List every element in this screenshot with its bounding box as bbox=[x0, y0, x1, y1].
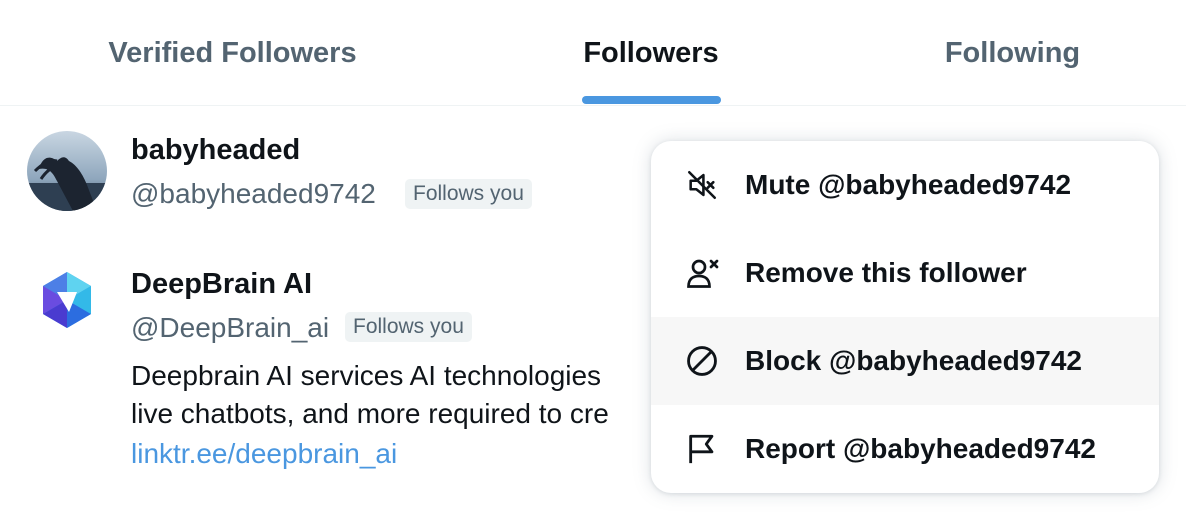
menu-item-label: Report @babyheaded9742 bbox=[745, 433, 1096, 464]
avatar[interactable] bbox=[27, 260, 107, 340]
menu-item-label: Remove this follower bbox=[745, 257, 1027, 288]
mute-icon bbox=[683, 166, 721, 204]
avatar-photo bbox=[27, 131, 107, 211]
follows-you-badge: Follows you bbox=[345, 312, 472, 342]
follows-you-badge: Follows you bbox=[405, 179, 532, 209]
user-handle[interactable]: @DeepBrain_ai bbox=[131, 312, 329, 344]
user-bio-line: live chatbots, and more required to cre bbox=[131, 398, 609, 429]
user-name[interactable]: babyheaded bbox=[131, 134, 300, 167]
user-name[interactable]: DeepBrain AI bbox=[131, 268, 312, 301]
bio-link[interactable]: linktr.ee/deepbrain_ai bbox=[131, 435, 651, 473]
menu-item-report[interactable]: Report @babyheaded9742 bbox=[651, 405, 1159, 493]
user-bio-line: Deepbrain AI services AI technologies bbox=[131, 360, 602, 391]
user-handle[interactable]: @babyheaded9742 bbox=[131, 178, 376, 210]
user-actions-menu: Mute @babyheaded9742 Remove this followe… bbox=[651, 141, 1159, 493]
menu-item-remove-follower[interactable]: Remove this follower bbox=[651, 229, 1159, 317]
deepbrain-logo-icon bbox=[43, 272, 91, 328]
remove-user-icon bbox=[683, 254, 721, 292]
avatar[interactable] bbox=[27, 131, 107, 211]
active-tab-indicator bbox=[582, 96, 721, 104]
flag-icon bbox=[683, 430, 721, 468]
menu-item-label: Mute @babyheaded9742 bbox=[745, 169, 1072, 200]
tab-verified-followers[interactable]: Verified Followers bbox=[40, 0, 425, 106]
tab-bar: Verified Followers Followers Following bbox=[0, 0, 1186, 106]
menu-item-mute[interactable]: Mute @babyheaded9742 bbox=[651, 141, 1159, 229]
block-icon bbox=[683, 342, 721, 380]
tab-followers[interactable]: Followers bbox=[520, 0, 782, 106]
tab-following[interactable]: Following bbox=[880, 0, 1145, 106]
menu-item-block[interactable]: Block @babyheaded9742 bbox=[651, 317, 1159, 405]
menu-item-label: Block @babyheaded9742 bbox=[745, 345, 1082, 376]
